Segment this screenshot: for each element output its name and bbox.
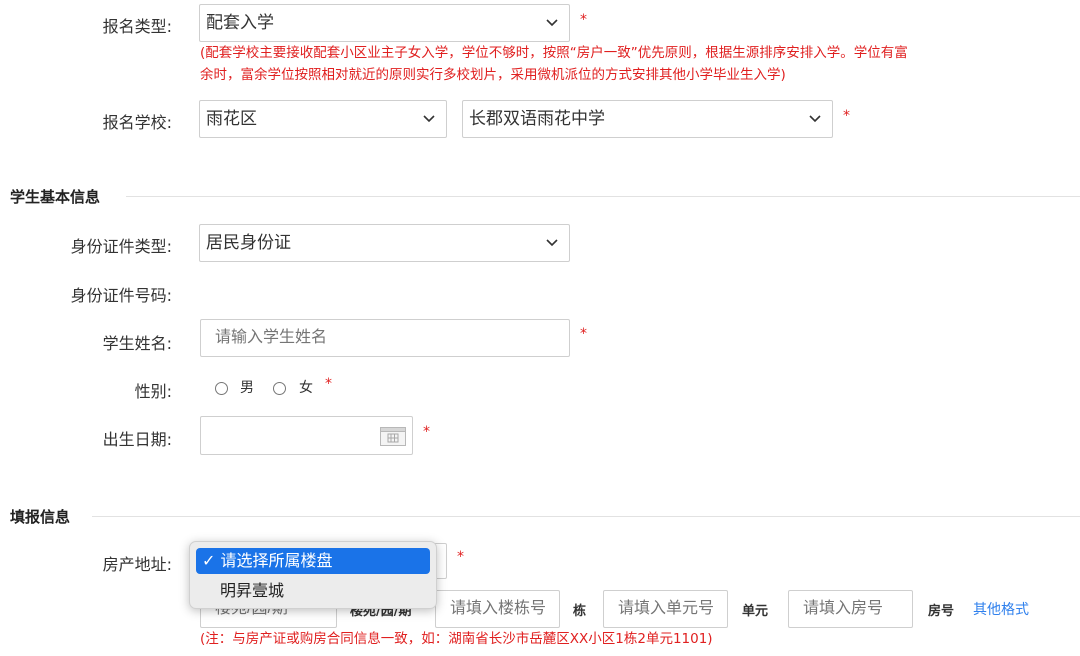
district-select[interactable]: 雨花区 xyxy=(199,100,447,138)
id-type-select[interactable]: 居民身份证 xyxy=(199,224,570,262)
birth-date-label: 出生日期: xyxy=(102,430,172,449)
property-address-label: 房产地址: xyxy=(102,555,172,574)
room-unit-label: 房号 xyxy=(928,604,955,619)
registration-type-value: 配套入学 xyxy=(206,13,274,33)
registration-school-label: 报名学校: xyxy=(102,113,172,132)
unit-unit-label: 单元 xyxy=(742,604,769,619)
building-number-input[interactable] xyxy=(435,590,560,628)
school-value: 长郡双语雨花中学 xyxy=(469,109,605,129)
estate-option-selected[interactable]: ✓ 请选择所属楼盘 xyxy=(196,548,430,574)
school-select[interactable]: 长郡双语雨花中学 xyxy=(462,100,833,138)
building-unit-label: 栋 xyxy=(573,604,587,619)
section-divider xyxy=(92,516,1080,517)
gender-female-radio[interactable] xyxy=(273,382,286,395)
student-name-input[interactable] xyxy=(200,319,570,357)
address-note: (注：与房产证或购房合同信息一致，如：湖南省长沙市岳麓区XX小区1栋2单元110… xyxy=(200,631,713,647)
room-number-input[interactable] xyxy=(788,590,913,628)
id-type-value: 居民身份证 xyxy=(206,233,291,253)
chevron-down-icon xyxy=(546,239,558,247)
required-mark: * xyxy=(325,376,332,392)
note-line-1: (配套学校主要接收配套小区业主子女入学，学位不够时，按照“房户一致”优先原则，根… xyxy=(200,45,908,61)
required-mark: * xyxy=(423,424,430,440)
estate-option[interactable]: 明昇壹城 xyxy=(196,578,430,604)
estate-option-label: 请选择所属楼盘 xyxy=(220,551,333,570)
unit-number-input[interactable] xyxy=(603,590,728,628)
required-mark: * xyxy=(843,108,850,124)
chevron-down-icon xyxy=(546,19,558,27)
student-name-label: 学生姓名: xyxy=(102,334,172,353)
required-mark: * xyxy=(580,326,587,342)
checkmark-icon: ✓ xyxy=(202,551,216,570)
chevron-down-icon xyxy=(809,115,821,123)
birth-date-input[interactable] xyxy=(200,416,413,455)
id-type-label: 身份证件类型: xyxy=(70,237,172,256)
gender-male-label: 男 xyxy=(240,380,254,396)
estate-dropdown-menu: ✓ 请选择所属楼盘 明昇壹城 xyxy=(189,541,437,609)
id-number-label: 身份证件号码: xyxy=(70,286,172,305)
estate-option-label: 明昇壹城 xyxy=(220,581,285,600)
other-format-link[interactable]: 其他格式 xyxy=(973,599,1029,619)
registration-type-note: (配套学校主要接收配套小区业主子女入学，学位不够时，按照“房户一致”优先原则，根… xyxy=(200,42,1000,86)
calendar-icon[interactable] xyxy=(380,427,406,446)
required-mark: * xyxy=(457,549,464,565)
district-value: 雨花区 xyxy=(206,109,257,129)
gender-male-radio[interactable] xyxy=(215,382,228,395)
gender-female-label: 女 xyxy=(299,380,313,396)
section-title-student: 学生基本信息 xyxy=(10,188,101,206)
required-mark: * xyxy=(580,12,587,28)
note-line-2: 余时，富余学位按照相对就近的原则实行多校划片，采用微机派位的方式安排其他小学毕业… xyxy=(200,67,786,83)
registration-type-select[interactable]: 配套入学 xyxy=(199,4,570,42)
registration-type-label: 报名类型: xyxy=(102,17,172,36)
section-title-fill: 填报信息 xyxy=(10,508,71,526)
chevron-down-icon xyxy=(423,115,435,123)
gender-label: 性别: xyxy=(134,382,172,401)
section-divider xyxy=(126,196,1080,197)
